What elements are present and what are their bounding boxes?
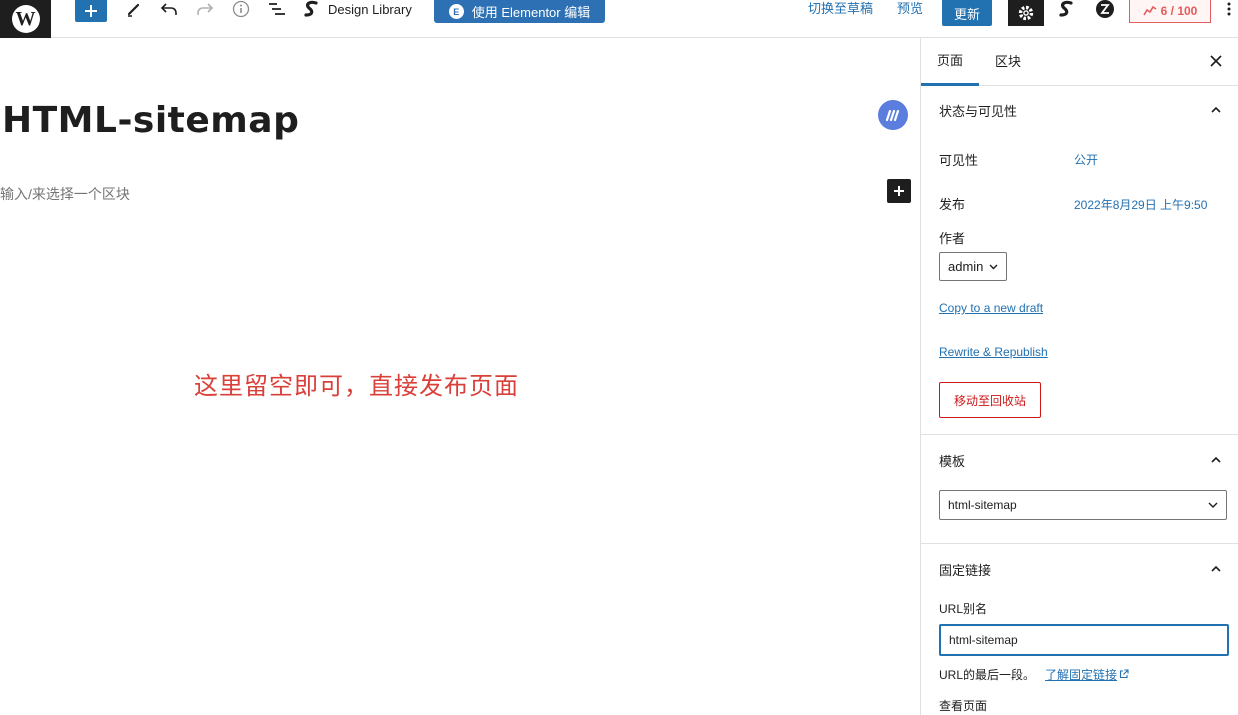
gear-icon	[1018, 5, 1034, 21]
view-page-label: 查看页面	[939, 699, 988, 713]
plus-icon	[894, 186, 904, 196]
list-view-button[interactable]	[266, 0, 288, 18]
block-placeholder[interactable]: 输入/来选择一个区块	[0, 184, 130, 204]
post-title[interactable]: HTML-sitemap	[2, 100, 299, 141]
status-panel-toggle[interactable]: 状态与可见性	[921, 86, 1238, 134]
template-panel-toggle[interactable]: 模板	[921, 436, 1238, 484]
design-library-button[interactable]: Design Library	[302, 0, 412, 18]
author-label: 作者	[939, 231, 966, 246]
score-chart-icon	[1142, 6, 1157, 16]
sidebar-tabs: 页面 区块	[921, 38, 1238, 86]
info-icon	[232, 0, 250, 18]
stackable-button[interactable]	[1056, 0, 1076, 18]
panel-divider	[921, 434, 1238, 435]
author-select-value: admin	[948, 259, 984, 274]
visibility-value-button[interactable]: 公开	[1074, 151, 1098, 168]
block-inserter-toggle[interactable]	[75, 0, 107, 22]
status-panel-title: 状态与可见性	[939, 103, 1018, 119]
edit-with-elementor-button[interactable]: E 使用 Elementor 编辑	[434, 0, 605, 23]
undo-icon	[160, 3, 177, 15]
annotation-note: 这里留空即可，直接发布页面	[194, 373, 519, 400]
design-library-label: Design Library	[328, 1, 412, 17]
rewrite-republish-link[interactable]: Rewrite & Republish	[939, 345, 1048, 359]
permalink-help: URL的最后一段。 了解固定链接	[939, 666, 1129, 683]
permalink-help-text: URL的最后一段。	[939, 668, 1036, 682]
redo-icon	[197, 3, 214, 15]
chevron-down-icon	[1208, 502, 1218, 508]
update-button[interactable]: 更新	[942, 0, 992, 26]
writing-assistant-button[interactable]	[878, 100, 908, 130]
url-slug-input[interactable]	[939, 624, 1229, 656]
more-options-button[interactable]	[1222, 0, 1236, 18]
url-slug-label: URL别名	[939, 602, 988, 616]
more-vertical-icon	[1227, 2, 1231, 16]
template-panel-title: 模板	[939, 453, 966, 469]
chevron-up-icon	[1211, 106, 1221, 113]
publish-label: 发布	[939, 197, 966, 212]
editor-toolbar: W Design Library E 使用 Elementor 编辑 切换至草稿…	[0, 0, 1238, 38]
learn-permalink-label: 了解固定链接	[1045, 668, 1118, 682]
pencil-icon	[127, 3, 140, 17]
wordpress-logo-button[interactable]: W	[0, 0, 51, 38]
tab-page[interactable]: 页面	[921, 38, 980, 86]
learn-permalink-link[interactable]: 了解固定链接	[1045, 666, 1129, 683]
details-button[interactable]	[231, 0, 251, 18]
redo-button[interactable]	[195, 0, 215, 18]
publish-date-button[interactable]: 2022年8月29日 上午9:50	[1074, 196, 1207, 213]
plus-icon	[85, 5, 97, 17]
undo-button[interactable]	[159, 0, 179, 18]
edit-with-elementor-label: 使用 Elementor 编辑	[471, 5, 591, 20]
move-to-trash-button[interactable]: 移动至回收站	[939, 382, 1041, 418]
panel-divider	[921, 543, 1238, 544]
assistant-bars-icon	[885, 109, 900, 122]
template-select-value: html-sitemap	[948, 498, 1017, 512]
stackable-icon	[1059, 0, 1073, 17]
template-select[interactable]: html-sitemap	[939, 490, 1227, 520]
chevron-down-icon	[989, 264, 998, 269]
tools-button[interactable]	[124, 0, 144, 18]
elementor-icon: E	[448, 4, 464, 19]
wordpress-logo-icon: W	[11, 5, 40, 33]
seo-score-badge[interactable]: 6 / 100	[1129, 0, 1211, 23]
seo-score-value: 6 / 100	[1160, 4, 1198, 18]
chevron-up-icon	[1211, 456, 1221, 463]
copy-to-new-draft-link[interactable]: Copy to a new draft	[939, 301, 1043, 315]
plugin-button[interactable]	[1095, 0, 1115, 18]
close-sidebar-button[interactable]	[1205, 50, 1227, 72]
permalink-panel-toggle[interactable]: 固定链接	[921, 545, 1238, 593]
design-library-icon	[304, 0, 318, 17]
external-link-icon	[1119, 669, 1129, 679]
chevron-up-icon	[1211, 565, 1221, 572]
tab-block[interactable]: 区块	[979, 38, 1037, 86]
settings-sidebar: 页面 区块 状态与可见性 可见性 公开 发布 2022年8月29日 上午9:50…	[920, 38, 1238, 715]
close-icon	[1210, 55, 1222, 67]
list-view-icon	[269, 3, 285, 15]
editor-canvas: HTML-sitemap 输入/来选择一个区块 这里留空即可，直接发布页面	[0, 38, 920, 715]
permalink-panel-title: 固定链接	[939, 562, 992, 578]
inline-block-inserter[interactable]	[887, 179, 911, 203]
visibility-label: 可见性	[939, 153, 979, 168]
switch-to-draft-button[interactable]: 切换至草稿	[808, 0, 873, 17]
preview-button[interactable]: 预览	[897, 0, 923, 17]
settings-button[interactable]	[1008, 0, 1044, 26]
plugin-circle-icon	[1096, 0, 1114, 18]
author-select[interactable]: admin	[939, 252, 1007, 281]
